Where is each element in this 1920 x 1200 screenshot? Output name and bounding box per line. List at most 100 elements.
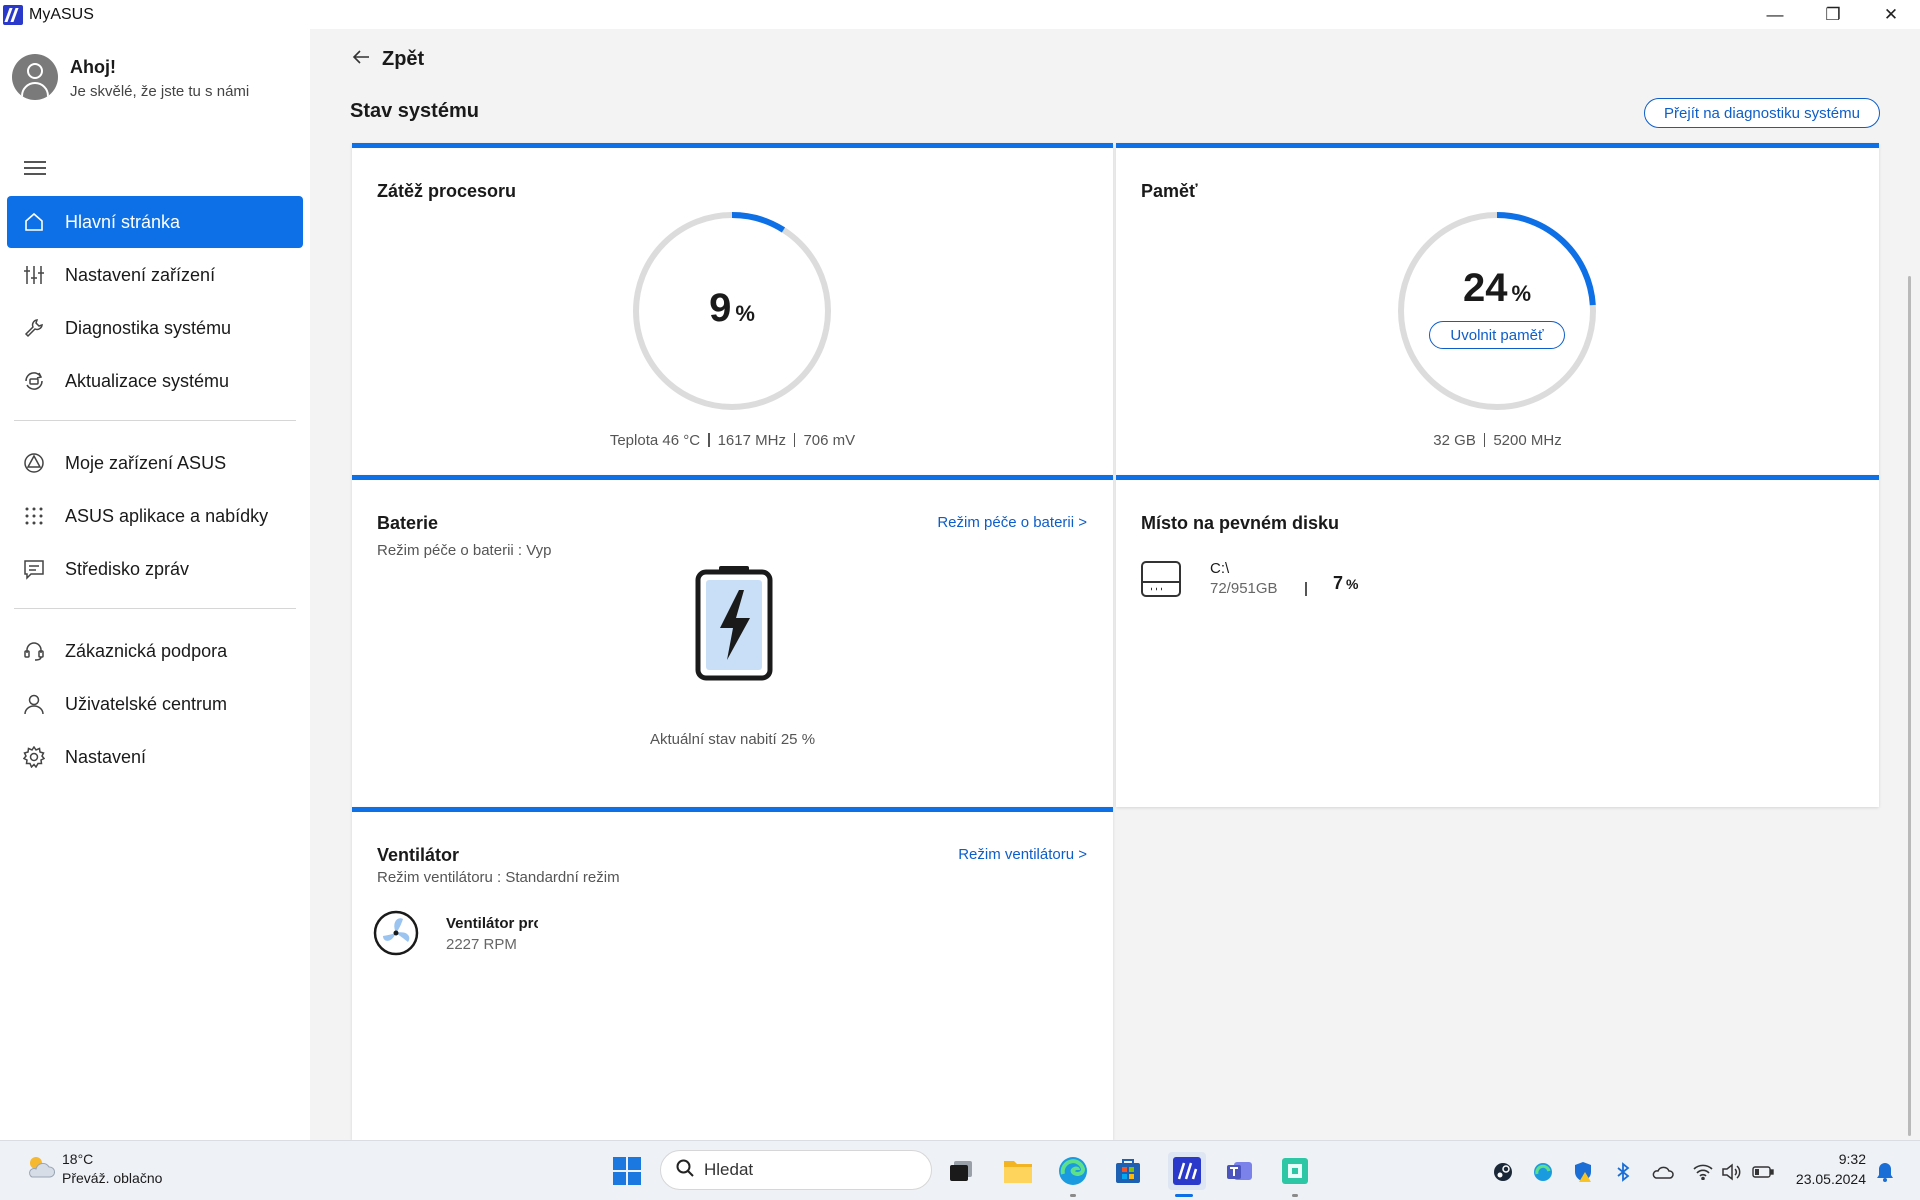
running-app-indicator xyxy=(1292,1194,1298,1197)
edge-tray-icon[interactable] xyxy=(1532,1161,1554,1183)
go-to-diagnostics-button[interactable]: Přejít na diagnostiku systému xyxy=(1644,98,1880,128)
update-icon xyxy=(23,370,45,392)
drive-letter: C:\ xyxy=(1210,560,1230,577)
avatar xyxy=(12,54,58,100)
cpu-load-value: 9% xyxy=(709,286,755,330)
disk-card: Místo na pevném disku C:\ 72/951GB 7% xyxy=(1116,475,1879,807)
fan-mode-link[interactable]: Režim ventilátoru > xyxy=(958,846,1087,863)
sidebar-item-messages[interactable]: Středisko zpráv xyxy=(7,543,303,595)
microsoft-store-icon[interactable] xyxy=(1112,1155,1144,1187)
cpu-temperature: Teplota 46 °C xyxy=(609,432,701,449)
cpu-stats: Teplota 46 °C 1617 MHz 706 mV xyxy=(352,432,1113,449)
sidebar-item-support[interactable]: Zákaznická podpora xyxy=(7,625,303,677)
security-warning-icon[interactable] xyxy=(1572,1161,1594,1183)
memory-load-value: 24% xyxy=(1462,266,1532,310)
cpu-card-title: Zátěž procesoru xyxy=(377,181,517,201)
wrench-icon xyxy=(23,317,45,339)
taskbar-search-input[interactable]: Hledat xyxy=(660,1150,932,1190)
minimize-button[interactable]: — xyxy=(1746,0,1804,29)
sidebar-item-apps[interactable]: ASUS aplikace a nabídky xyxy=(7,490,303,542)
battery-care-link[interactable]: Režim péče o baterii > xyxy=(937,514,1087,531)
weather-widget[interactable]: 18°C Převáž. oblačno xyxy=(24,1151,162,1188)
sidebar-divider xyxy=(14,420,296,421)
myasus-taskbar-icon[interactable] xyxy=(1168,1152,1206,1190)
memory-size: 32 GB xyxy=(1433,432,1476,449)
battery-tray-icon[interactable] xyxy=(1752,1161,1774,1183)
onedrive-cloud-icon[interactable] xyxy=(1652,1161,1674,1183)
sidebar-item-user-center[interactable]: Uživatelské centrum xyxy=(7,678,303,730)
gear-icon xyxy=(23,746,45,768)
battery-care-mode: Režim péče o baterii : Vyp xyxy=(377,542,552,559)
cpu-frequency: 1617 MHz xyxy=(717,432,786,449)
disk-card-title: Místo na pevném disku xyxy=(1141,513,1340,533)
home-icon xyxy=(23,211,45,233)
sidebar-item-label: Diagnostika systému xyxy=(65,317,232,338)
memory-load-ring: 24% Uvolnit paměť xyxy=(1397,211,1597,411)
volume-icon[interactable] xyxy=(1720,1161,1742,1183)
fan-rpm: 2227 RPM xyxy=(446,936,517,953)
memory-card-title: Paměť xyxy=(1141,181,1198,201)
edge-browser-icon[interactable] xyxy=(1057,1155,1089,1187)
greeting-subtitle: Je skvělé, že jste tu s námi xyxy=(70,83,250,100)
battery-card-title: Baterie xyxy=(377,513,439,533)
close-button[interactable]: ✕ xyxy=(1862,0,1920,29)
drive-usage: 72/951GB xyxy=(1210,580,1278,597)
sidebar-item-label: Středisko zpráv xyxy=(65,558,190,579)
device-icon xyxy=(23,452,45,474)
cpu-load-ring: 9% xyxy=(632,211,832,411)
green-app-icon[interactable] xyxy=(1279,1155,1311,1187)
sidebar-item-settings[interactable]: Nastavení xyxy=(7,731,303,783)
sidebar-item-home[interactable]: Hlavní stránka xyxy=(7,196,303,248)
battery-charge-status: Aktuální stav nabití 25 % xyxy=(649,731,816,748)
start-windows-icon[interactable] xyxy=(611,1155,643,1187)
hard-drive-icon xyxy=(1141,560,1181,598)
sidebar-item-label: Aktualizace systému xyxy=(65,370,230,391)
fan-icon xyxy=(373,910,419,956)
restore-icon: ❐ xyxy=(1825,4,1841,24)
steam-tray-icon[interactable] xyxy=(1492,1161,1514,1183)
fan-name: Ventilátor prc xyxy=(446,915,538,932)
restore-button[interactable]: ❐ xyxy=(1804,0,1862,29)
title-bar: MyASUS — ❐ ✕ xyxy=(0,0,1920,29)
fan-mode: Režim ventilátoru : Standardní režim xyxy=(377,869,620,886)
battery-card: Baterie Režim péče o baterii > Režim péč… xyxy=(352,475,1113,807)
sidebar-item-label: Nastavení xyxy=(65,746,147,767)
myasus-logo-icon xyxy=(3,4,23,25)
taskbar-clock[interactable]: 9:32 23.05.2024 xyxy=(1796,1151,1866,1187)
hamburger-menu-icon[interactable] xyxy=(24,161,46,177)
sidebar-item-label: Moje zařízení ASUS xyxy=(65,452,227,473)
clock-time: 9:32 xyxy=(1838,1151,1866,1167)
sidebar-item-my-device[interactable]: Moje zařízení ASUS xyxy=(7,437,303,489)
close-icon: ✕ xyxy=(1883,4,1899,24)
weather-temperature: 18°C xyxy=(62,1151,94,1167)
free-memory-button[interactable]: Uvolnit paměť xyxy=(1429,321,1565,349)
window-controls: — ❐ ✕ xyxy=(1746,0,1920,29)
notification-bell-icon[interactable] xyxy=(1874,1161,1896,1183)
taskbar: 18°C Převáž. oblačno Hledat 9:32 23.05.2… xyxy=(0,1140,1920,1200)
minimize-icon: — xyxy=(1766,4,1784,24)
wifi-icon[interactable] xyxy=(1692,1161,1714,1183)
clock-date: 23.05.2024 xyxy=(1795,1171,1866,1187)
scrollbar[interactable] xyxy=(1908,276,1911,1136)
back-button[interactable]: Zpět xyxy=(352,48,424,71)
sidebar: Ahoj! Je skvělé, že jste tu s námi Hlavn… xyxy=(0,29,310,1140)
greeting: Ahoj! xyxy=(70,57,116,77)
sidebar-item-system-update[interactable]: Aktualizace systému xyxy=(7,355,303,407)
headset-icon xyxy=(23,640,45,662)
sidebar-item-device-settings[interactable]: Nastavení zařízení xyxy=(7,249,303,301)
task-view-icon[interactable] xyxy=(945,1155,977,1187)
page-title: Stav systému xyxy=(350,100,479,122)
file-explorer-icon[interactable] xyxy=(1002,1155,1034,1187)
cloud-sun-icon xyxy=(24,1151,56,1188)
teams-icon[interactable] xyxy=(1224,1155,1256,1187)
cpu-voltage: 706 mV xyxy=(803,432,856,449)
sidebar-item-label: Nastavení zařízení xyxy=(65,264,216,285)
sidebar-divider xyxy=(14,608,296,609)
apps-grid-icon xyxy=(23,505,45,527)
memory-stats: 32 GB 5200 MHz xyxy=(1116,432,1879,449)
search-placeholder: Hledat xyxy=(704,1160,754,1179)
bluetooth-icon[interactable] xyxy=(1612,1161,1634,1183)
weather-description: Převáž. oblačno xyxy=(62,1170,163,1186)
sidebar-item-diagnostics[interactable]: Diagnostika systému xyxy=(7,302,303,354)
user-profile[interactable]: Ahoj! Je skvělé, že jste tu s námi xyxy=(12,54,249,100)
